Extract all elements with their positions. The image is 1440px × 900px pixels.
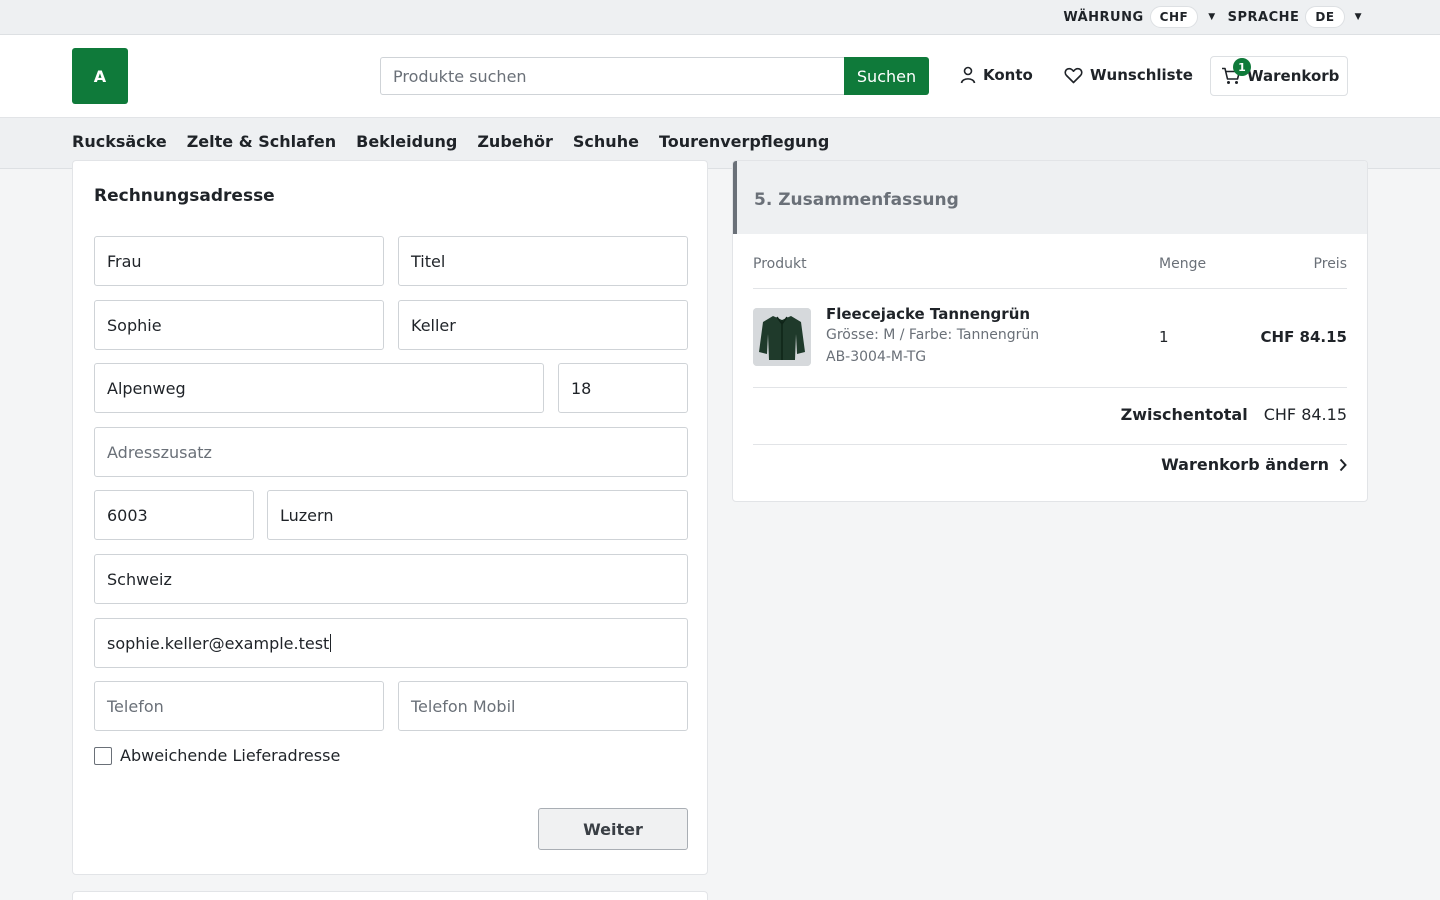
utility-controls: WÄHRUNG CHF ▼ SPRACHE DE ▼ [1063,5,1368,29]
phone-field[interactable]: Telefon [94,681,384,731]
col-price-header: Preis [1313,256,1347,272]
next-button[interactable]: Weiter [538,808,688,850]
last-name-field[interactable]: Keller [398,300,688,350]
site-header: A Suchen Konto Wunschliste 1 Warenkorb [0,35,1440,118]
email-field[interactable]: sophie.keller@example.test [94,618,688,668]
cart-count-badge: 1 [1233,58,1251,76]
different-shipping-label: Abweichende Lieferadresse [120,746,341,765]
address-extra-field[interactable]: Adresszusatz [94,427,688,477]
product-variant: Grösse: M / Farbe: Tannengrün [826,327,1040,343]
text-cursor [330,634,332,652]
product-thumbnail[interactable] [753,308,811,366]
utility-bar: WÄHRUNG CHF ▼ SPRACHE DE ▼ [0,0,1440,35]
title-select[interactable]: Titel [398,236,688,286]
jacket-image [753,308,811,366]
cart-label: Warenkorb [1247,67,1340,85]
edit-cart-label: Warenkorb ändern [1161,455,1329,474]
currency-select[interactable]: CHF [1149,6,1199,28]
nav-item-rucksaecke[interactable]: Rucksäcke [72,132,167,151]
different-shipping-option[interactable]: Abweichende Lieferadresse [94,746,340,765]
nav-item-zubehoer[interactable]: Zubehör [477,132,553,151]
col-qty-header: Menge [1159,256,1207,272]
divider [753,288,1347,289]
city-field[interactable]: Luzern [267,490,688,540]
divider [753,444,1347,445]
order-summary-card: 5. Zusammenfassung Produkt Menge Preis F… [732,160,1368,502]
country-select[interactable]: Schweiz [94,554,688,604]
nav-item-zelte-schlafen[interactable]: Zelte & Schlafen [187,132,336,151]
search-bar: Suchen [380,57,929,95]
summary-title: 5. Zusammenfassung [754,190,959,210]
salutation-select[interactable]: Frau [94,236,384,286]
heart-icon [1064,67,1083,83]
chevron-down-icon[interactable]: ▼ [1355,12,1362,22]
subtotal-row: Zwischentotal CHF 84.15 [1121,405,1347,424]
zip-field[interactable]: 6003 [94,490,254,540]
house-number-field[interactable]: 18 [558,363,688,413]
cart-button[interactable]: 1 Warenkorb [1210,56,1348,96]
wishlist-label: Wunschliste [1090,66,1193,84]
account-link[interactable]: Konto [960,62,1033,88]
account-label: Konto [983,66,1033,84]
user-icon [960,66,976,84]
language-select[interactable]: DE [1305,6,1345,28]
search-button[interactable]: Suchen [844,57,929,95]
subtotal-value: CHF 84.15 [1263,405,1347,424]
mobile-phone-field[interactable]: Telefon Mobil [398,681,688,731]
nav-item-schuhe[interactable]: Schuhe [573,132,639,151]
product-name[interactable]: Fleecejacke Tannengrün [826,305,1030,323]
product-sku: AB-3004-M-TG [826,349,927,365]
billing-address-card: Rechnungsadresse Frau Titel Sophie Kelle… [72,160,708,875]
chevron-down-icon[interactable]: ▼ [1208,12,1215,22]
first-name-field[interactable]: Sophie [94,300,384,350]
divider [753,387,1347,388]
nav-item-bekleidung[interactable]: Bekleidung [356,132,457,151]
nav-item-tourenverpflegung[interactable]: Tourenverpflegung [659,132,829,151]
email-value: sophie.keller@example.test [107,633,330,653]
currency-label: WÄHRUNG [1063,9,1144,25]
edit-cart-link[interactable]: Warenkorb ändern [1161,455,1347,474]
different-shipping-checkbox[interactable] [94,746,112,765]
subtotal-label: Zwischentotal [1120,405,1248,424]
wishlist-link[interactable]: Wunschliste [1064,62,1193,88]
product-price: CHF 84.15 [1260,328,1347,346]
next-step-card [72,891,708,900]
logo[interactable]: A [72,48,128,104]
chevron-right-icon [1339,458,1347,471]
language-label: SPRACHE [1227,9,1300,25]
summary-header: 5. Zusammenfassung [733,161,1367,234]
product-qty: 1 [1159,328,1169,346]
col-product-header: Produkt [753,256,807,272]
search-input[interactable] [380,57,844,95]
street-field[interactable]: Alpenweg [94,363,544,413]
billing-title: Rechnungsadresse [94,186,275,206]
